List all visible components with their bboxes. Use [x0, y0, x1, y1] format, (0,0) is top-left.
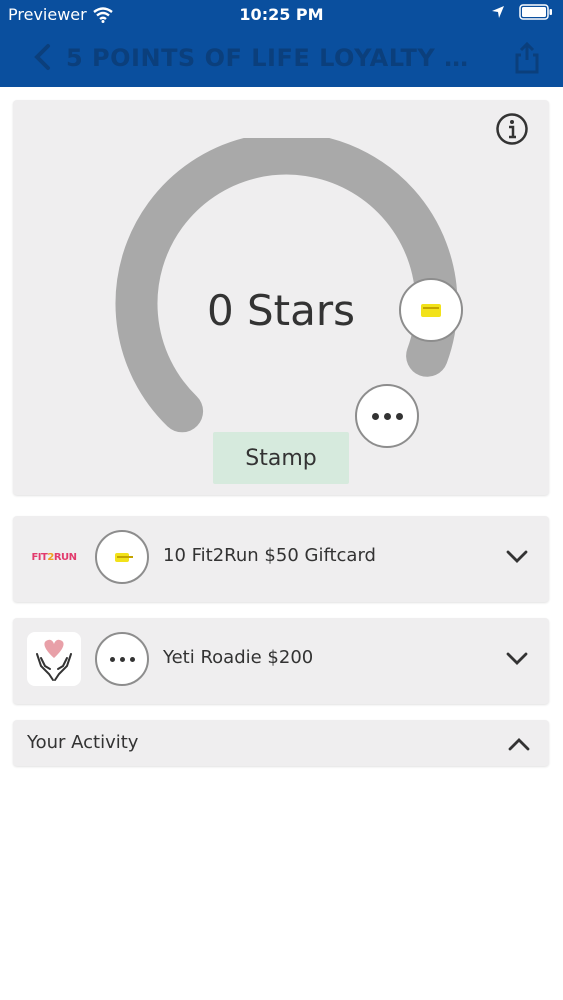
chevron-up-icon[interactable] [505, 730, 533, 758]
share-icon[interactable] [513, 42, 541, 74]
page-title: 5 POINTS OF LIFE LOYALTY REW... [66, 44, 486, 72]
reward-label: Yeti Roadie $200 [163, 647, 314, 668]
stars-card: 0 Stars Stamp [13, 100, 549, 495]
your-activity-section[interactable]: Your Activity [13, 720, 549, 766]
location-arrow-icon [492, 6, 504, 18]
reward-icon-circle [95, 632, 149, 686]
gift-card-icon [421, 303, 441, 317]
reward-icon-circle [95, 530, 149, 584]
clock: 10:25 PM [239, 5, 324, 24]
status-bar: Previewer 10:25 PM [0, 0, 563, 30]
more-dots-icon [109, 656, 135, 662]
chevron-down-icon[interactable] [503, 645, 531, 673]
fit2run-logo: FIT2RUN [27, 530, 81, 584]
reward-row-yeti[interactable]: Yeti Roadie $200 [13, 618, 549, 704]
reward-row-fit2run[interactable]: FIT2RUN 10 Fit2Run $50 Giftcard [13, 516, 549, 602]
logo-text-fit: FIT [31, 551, 48, 563]
more-options-button[interactable] [355, 384, 419, 448]
reward-label: 10 Fit2Run $50 Giftcard [163, 545, 376, 566]
info-icon[interactable] [495, 112, 529, 146]
stamp-button[interactable]: Stamp [213, 432, 349, 484]
navigation-bar: 5 POINTS OF LIFE LOYALTY REW... [0, 30, 563, 87]
activity-label: Your Activity [27, 732, 139, 753]
gift-card-icon [115, 552, 133, 562]
reward-card-button[interactable] [399, 278, 463, 342]
more-dots-icon [371, 412, 403, 420]
back-chevron-icon[interactable] [28, 42, 58, 72]
battery-icon [519, 4, 552, 20]
heart-hands-icon [27, 632, 81, 686]
logo-text-run: RUN [53, 551, 77, 563]
chevron-down-icon[interactable] [503, 543, 531, 571]
stars-count: 0 Stars [206, 286, 356, 335]
